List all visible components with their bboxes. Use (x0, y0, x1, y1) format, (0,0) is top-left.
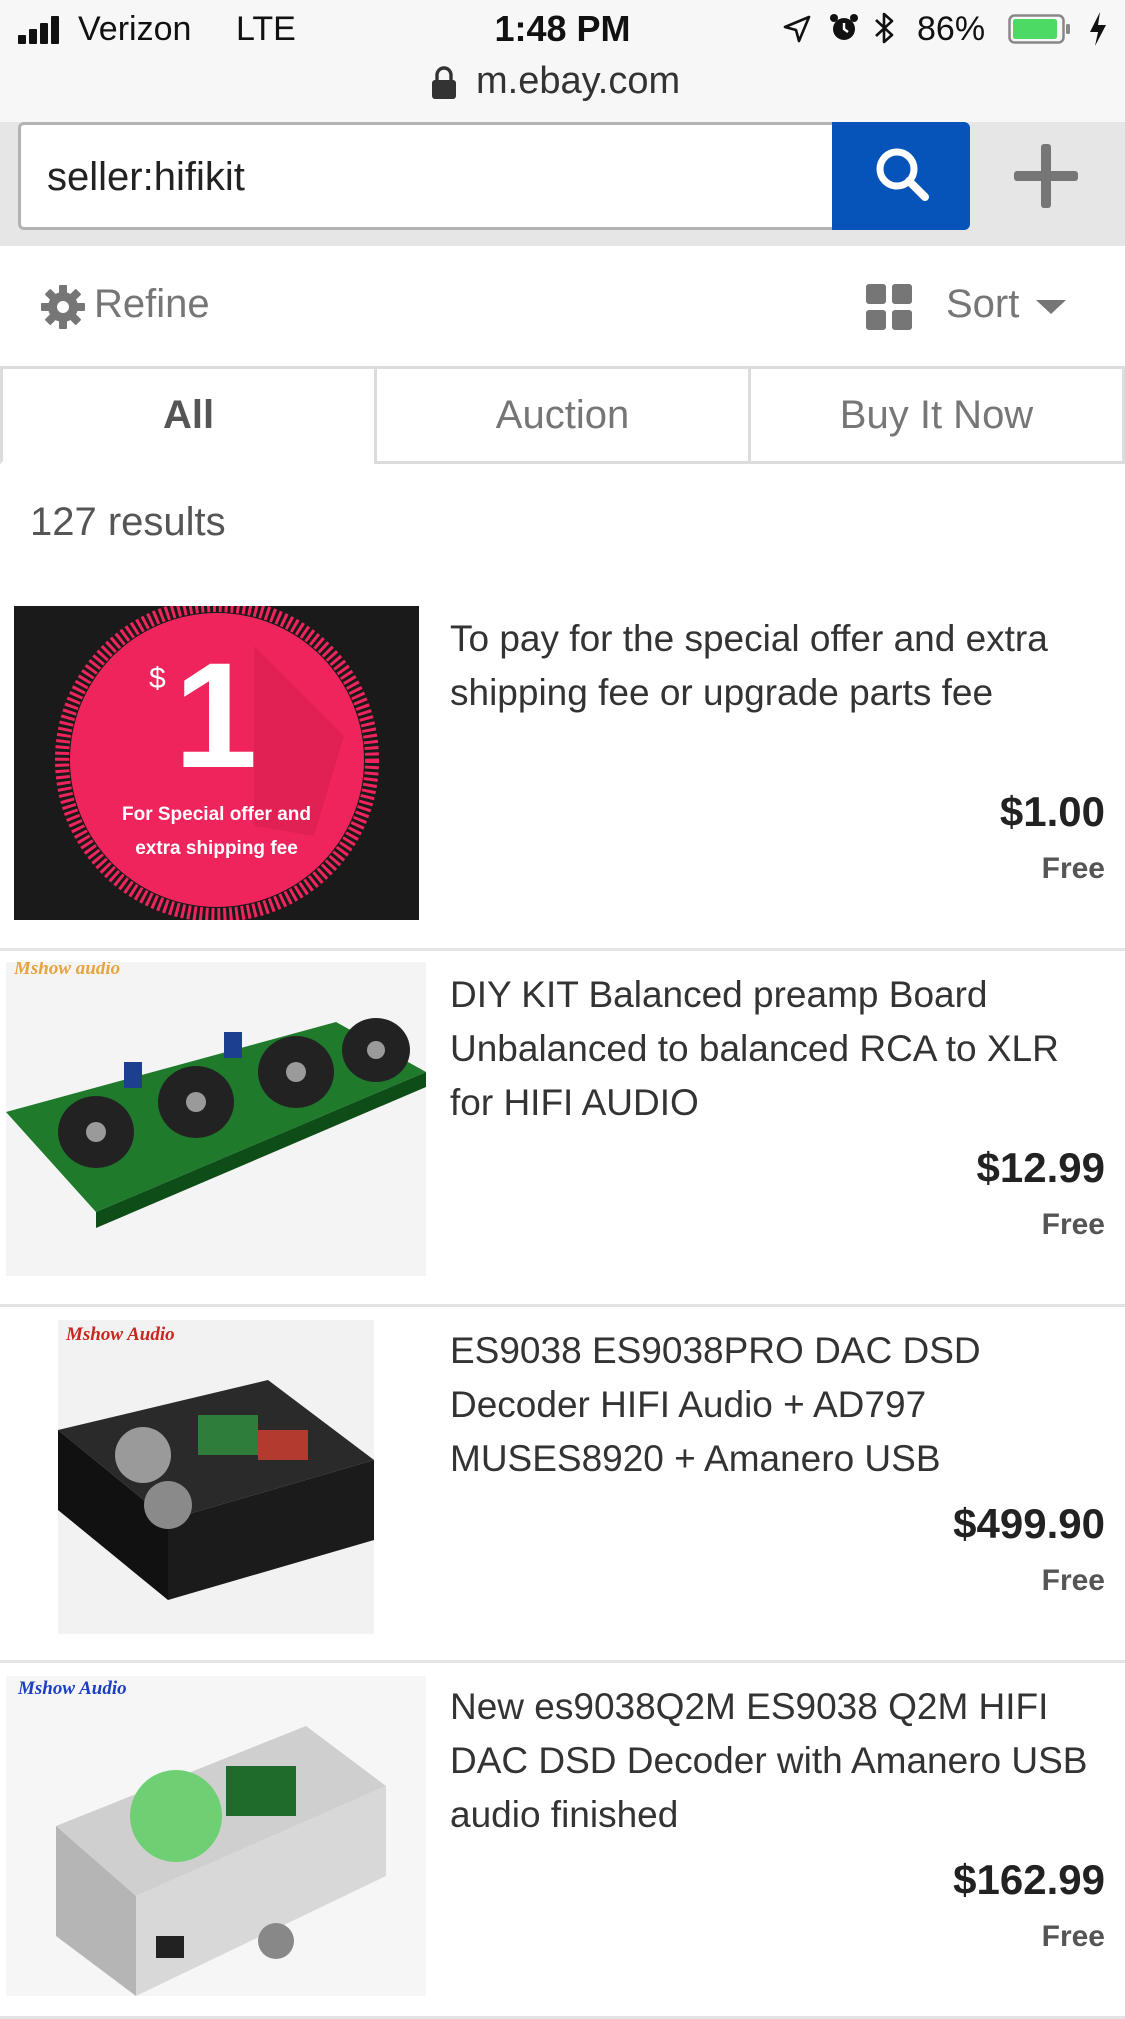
promo-big-number: 1 (174, 631, 258, 799)
dac-decoder-image (56, 1726, 386, 1996)
listing-shipping: Free (1041, 1208, 1105, 1241)
results-count: 127 results (30, 500, 226, 544)
listing-title[interactable]: DIY KIT Balanced preamp Board Unbalanced… (450, 968, 1100, 1130)
alarm-icon (830, 14, 858, 40)
sort-label: Sort (946, 282, 1020, 326)
listing-shipping: Free (1041, 1564, 1105, 1597)
listing-title[interactable]: New es9038Q2M ES9038 Q2M HIFI DAC DSD De… (450, 1680, 1100, 1842)
listing-item[interactable]: Mshow Audio New es9038Q2M ES9038 Q2M HIF… (0, 1660, 1125, 2019)
battery-percent: 86% (917, 10, 986, 48)
listing-shipping: Free (1041, 852, 1105, 885)
search-button[interactable] (832, 122, 970, 230)
gear-icon (41, 285, 85, 329)
refine-sort-bar: Refine Sort (0, 246, 1125, 366)
charging-bolt-icon (1090, 12, 1106, 46)
sort-button[interactable]: Sort (946, 282, 1076, 332)
pcb-board-image (6, 1018, 426, 1228)
image-watermark: Mshow audio (14, 962, 121, 979)
promo-caption-line1: For Special offer and (122, 804, 311, 825)
listing-price: $162.99 (953, 1856, 1105, 1903)
listing-image[interactable]: Mshow Audio (6, 1676, 426, 1996)
dac-chassis-image (58, 1380, 374, 1600)
listing-title[interactable]: To pay for the special offer and extra s… (450, 612, 1100, 720)
listing-item[interactable]: Mshow Audio ES9038 ES9038PRO DAC DSD Dec… (0, 1304, 1125, 1663)
search-header: seller:hifikit (0, 122, 1125, 246)
bluetooth-icon (875, 12, 894, 44)
chevron-down-icon (1036, 300, 1066, 314)
listing-image[interactable]: Mshow Audio (58, 1320, 374, 1634)
image-watermark: Mshow Audio (66, 1324, 175, 1345)
listing-image[interactable]: $ 1 For Special offer and extra shipping… (14, 606, 419, 920)
promo-currency: $ (149, 662, 166, 695)
listing-price: $1.00 (999, 788, 1105, 835)
status-bar: Verizon LTE 1:48 PM 86% (0, 0, 1125, 56)
format-tabs: All Auction Buy It Now (0, 366, 1125, 466)
listing-title[interactable]: ES9038 ES9038PRO DAC DSD Decoder HIFI Au… (450, 1324, 1100, 1486)
grid-view-icon[interactable] (866, 284, 914, 332)
image-watermark: Mshow Audio (18, 1678, 127, 1699)
tab-all[interactable]: All (0, 366, 377, 464)
location-arrow-icon (783, 15, 811, 43)
tab-auction[interactable]: Auction (374, 366, 751, 464)
lock-icon (432, 66, 456, 99)
listing-item[interactable]: Mshow audio DIY KIT Balanced preamp Boar… (0, 948, 1125, 1307)
battery-icon (1008, 14, 1070, 44)
promo-caption-line2: extra shipping fee (135, 838, 298, 859)
listing-price: $12.99 (976, 1144, 1105, 1191)
tab-buy-it-now[interactable]: Buy It Now (748, 366, 1125, 464)
refine-label: Refine (94, 282, 210, 326)
listing-shipping: Free (1041, 1920, 1105, 1953)
url-text: m.ebay.com (476, 60, 681, 102)
browser-url-bar[interactable]: m.ebay.com (0, 56, 1125, 122)
add-icon[interactable] (1008, 138, 1084, 214)
search-input[interactable]: seller:hifikit (18, 122, 832, 230)
search-icon (876, 148, 929, 201)
listing-price: $499.90 (953, 1500, 1105, 1547)
listing-image[interactable]: Mshow audio (6, 962, 426, 1276)
listing-item[interactable]: $ 1 For Special offer and extra shipping… (0, 592, 1125, 951)
